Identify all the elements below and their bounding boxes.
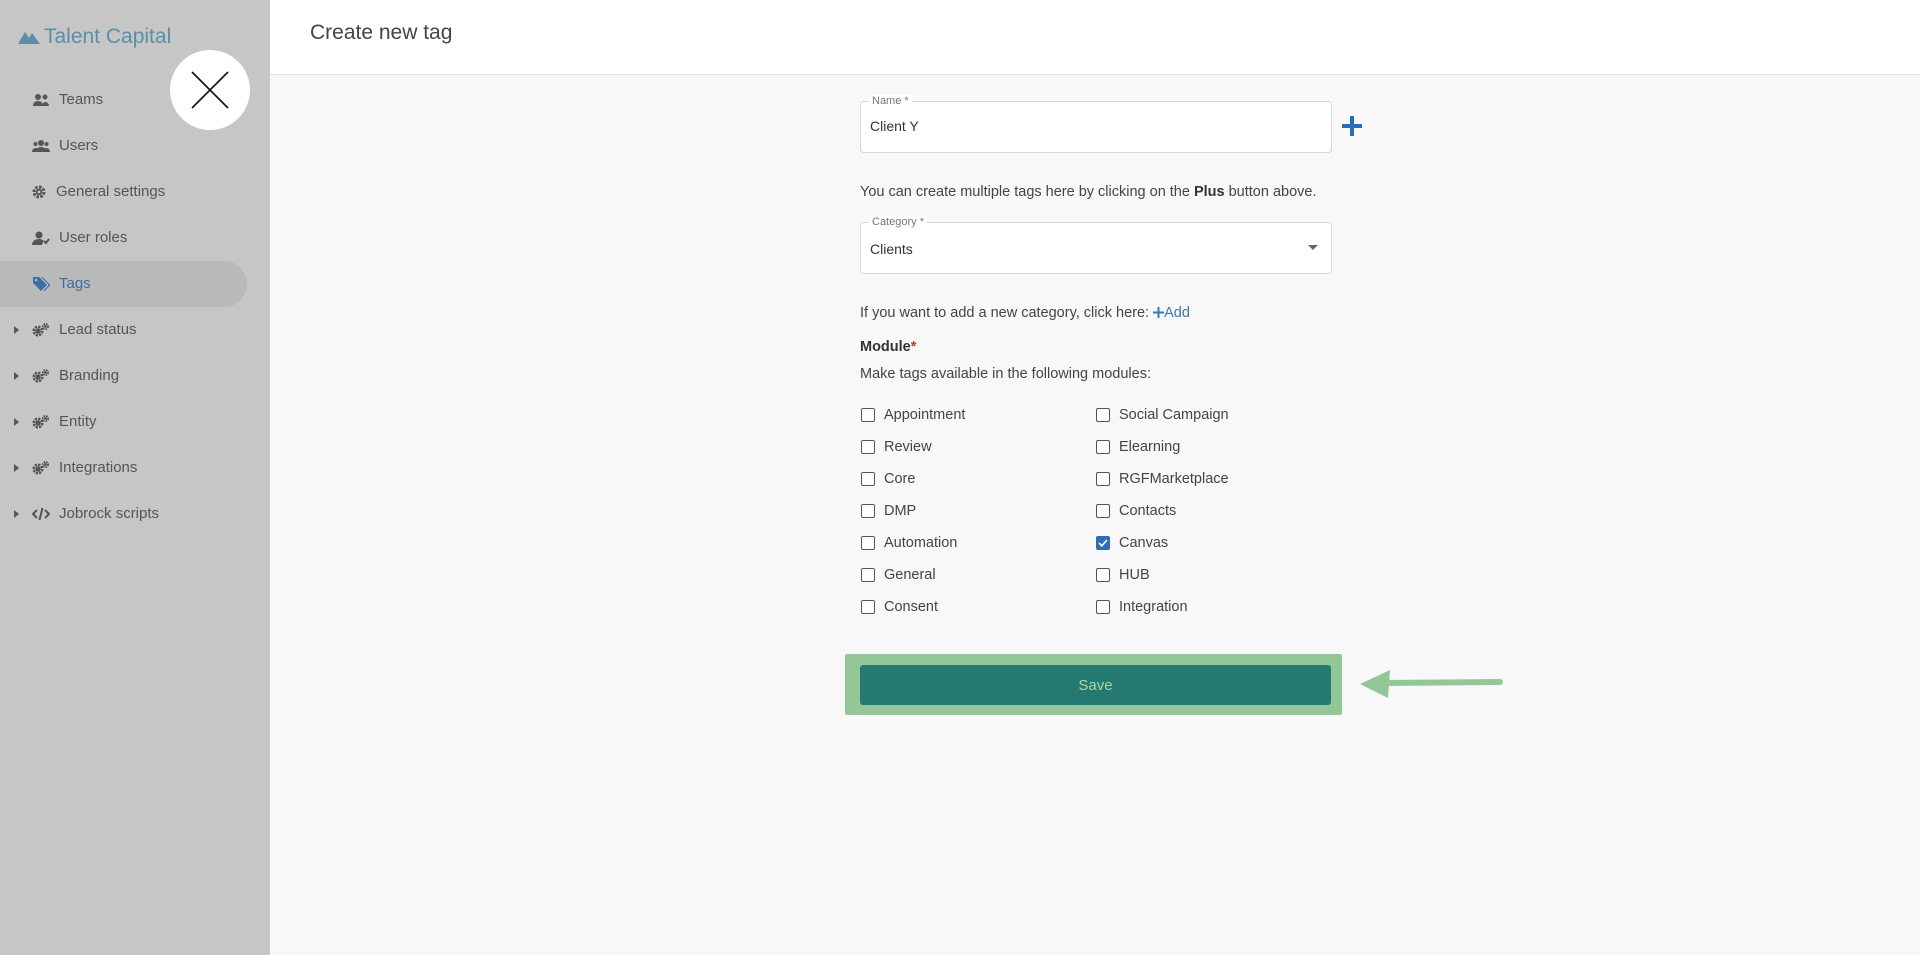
sidebar-item-label: Lead status bbox=[59, 321, 137, 338]
module-checkbox-general[interactable]: General bbox=[861, 567, 936, 583]
sidebar-item-user-roles[interactable]: User roles bbox=[0, 215, 270, 261]
sidebar-item-label: User roles bbox=[59, 229, 128, 246]
sidebar-item-label: Tags bbox=[59, 275, 91, 292]
category-value: Clients bbox=[870, 241, 913, 257]
sidebar-item-label: General settings bbox=[56, 183, 166, 200]
module-checkbox-consent[interactable]: Consent bbox=[861, 599, 938, 615]
gears-icon bbox=[32, 415, 49, 429]
checkbox[interactable] bbox=[1096, 600, 1110, 614]
sidebar-item-general-settings[interactable]: General settings bbox=[0, 169, 270, 215]
module-checkbox-social-campaign[interactable]: Social Campaign bbox=[1096, 407, 1229, 423]
page-header: Create new tag bbox=[270, 0, 1920, 75]
users-icon bbox=[33, 94, 49, 106]
name-field[interactable]: Name * bbox=[860, 95, 1332, 153]
sidebar-item-users[interactable]: Users bbox=[0, 123, 270, 169]
dropdown-arrow-icon bbox=[1308, 245, 1318, 250]
checkbox[interactable] bbox=[1096, 504, 1110, 518]
checkbox-checked[interactable] bbox=[1096, 536, 1110, 550]
sidebar-item-label: Teams bbox=[59, 91, 104, 108]
check-icon bbox=[1098, 539, 1108, 547]
brand-name: Talent Capital bbox=[44, 25, 172, 48]
gears-icon bbox=[32, 461, 49, 475]
helper-text: You can create multiple tags here by cli… bbox=[860, 184, 1317, 200]
caret-right-icon bbox=[14, 418, 19, 426]
tags-icon bbox=[33, 277, 50, 291]
user-role-icon bbox=[32, 231, 50, 245]
checkbox[interactable] bbox=[1096, 408, 1110, 422]
module-checkbox-review[interactable]: Review bbox=[861, 439, 932, 455]
module-title: Module* bbox=[860, 339, 917, 355]
sidebar-item-label: Branding bbox=[59, 367, 120, 384]
checkbox[interactable] bbox=[861, 536, 875, 550]
checkbox[interactable] bbox=[1096, 472, 1110, 486]
module-checkbox-automation[interactable]: Automation bbox=[861, 535, 957, 551]
module-checkbox-dmp[interactable]: DMP bbox=[861, 503, 916, 519]
gears-icon bbox=[32, 323, 49, 337]
module-checkbox-canvas[interactable]: Canvas bbox=[1096, 535, 1168, 551]
close-icon bbox=[191, 71, 229, 109]
caret-right-icon bbox=[14, 372, 19, 380]
checkbox[interactable] bbox=[861, 408, 875, 422]
mountain-logo-icon bbox=[18, 32, 40, 44]
checkbox[interactable] bbox=[861, 504, 875, 518]
sidebar-item-branding[interactable]: Branding bbox=[0, 353, 270, 399]
sidebar-item-label: Integrations bbox=[59, 459, 138, 476]
module-checkbox-rgfmarketplace[interactable]: RGFMarketplace bbox=[1096, 471, 1229, 487]
sidebar-item-entity[interactable]: Entity bbox=[0, 399, 270, 445]
module-checkbox-contacts[interactable]: Contacts bbox=[1096, 503, 1176, 519]
sidebar-item-label: Entity bbox=[59, 413, 97, 430]
checkbox[interactable] bbox=[1096, 440, 1110, 454]
sidebar-nav: Teams Users General settings User roles bbox=[0, 77, 270, 537]
checkbox[interactable] bbox=[861, 600, 875, 614]
checkbox[interactable] bbox=[861, 568, 875, 582]
sidebar-item-lead-status[interactable]: Lead status bbox=[0, 307, 270, 353]
sidebar-item-label: Jobrock scripts bbox=[59, 505, 160, 522]
save-button[interactable]: Save bbox=[860, 665, 1331, 705]
add-category-link[interactable]: Add bbox=[1153, 305, 1190, 321]
module-checkbox-hub[interactable]: HUB bbox=[1096, 567, 1150, 583]
annotation-arrow-icon bbox=[1360, 670, 1503, 698]
category-hint: If you want to add a new category, click… bbox=[860, 305, 1190, 321]
checkbox[interactable] bbox=[861, 440, 875, 454]
users-group-icon bbox=[32, 140, 50, 152]
code-icon bbox=[32, 507, 50, 521]
name-field-label: Name * bbox=[869, 95, 912, 107]
gear-icon bbox=[32, 185, 46, 199]
sidebar-item-integrations[interactable]: Integrations bbox=[0, 445, 270, 491]
sidebar-item-label: Users bbox=[59, 137, 99, 154]
plus-small-icon bbox=[1153, 307, 1165, 318]
brand-logo[interactable]: Talent Capital bbox=[18, 22, 171, 52]
close-button[interactable] bbox=[170, 50, 250, 130]
checkbox[interactable] bbox=[1096, 568, 1110, 582]
module-checkbox-appointment[interactable]: Appointment bbox=[861, 407, 965, 423]
category-field-label: Category * bbox=[869, 216, 927, 228]
checkbox[interactable] bbox=[861, 472, 875, 486]
plus-icon[interactable] bbox=[1340, 114, 1364, 138]
module-checkbox-integration[interactable]: Integration bbox=[1096, 599, 1188, 615]
category-select[interactable]: Category * Clients bbox=[860, 216, 1332, 274]
name-input[interactable] bbox=[870, 118, 1310, 134]
caret-right-icon bbox=[14, 464, 19, 472]
module-checkbox-core[interactable]: Core bbox=[861, 471, 915, 487]
module-description: Make tags available in the following mod… bbox=[860, 366, 1151, 382]
caret-right-icon bbox=[14, 326, 19, 334]
gears-icon bbox=[32, 369, 49, 383]
module-checkbox-elearning[interactable]: Elearning bbox=[1096, 439, 1180, 455]
page-title: Create new tag bbox=[310, 21, 453, 44]
sidebar: Talent Capital Teams Users General setti… bbox=[0, 0, 270, 955]
sidebar-item-tags[interactable]: Tags bbox=[0, 261, 247, 307]
caret-right-icon bbox=[14, 510, 19, 518]
sidebar-item-jobrock-scripts[interactable]: Jobrock scripts bbox=[0, 491, 270, 537]
